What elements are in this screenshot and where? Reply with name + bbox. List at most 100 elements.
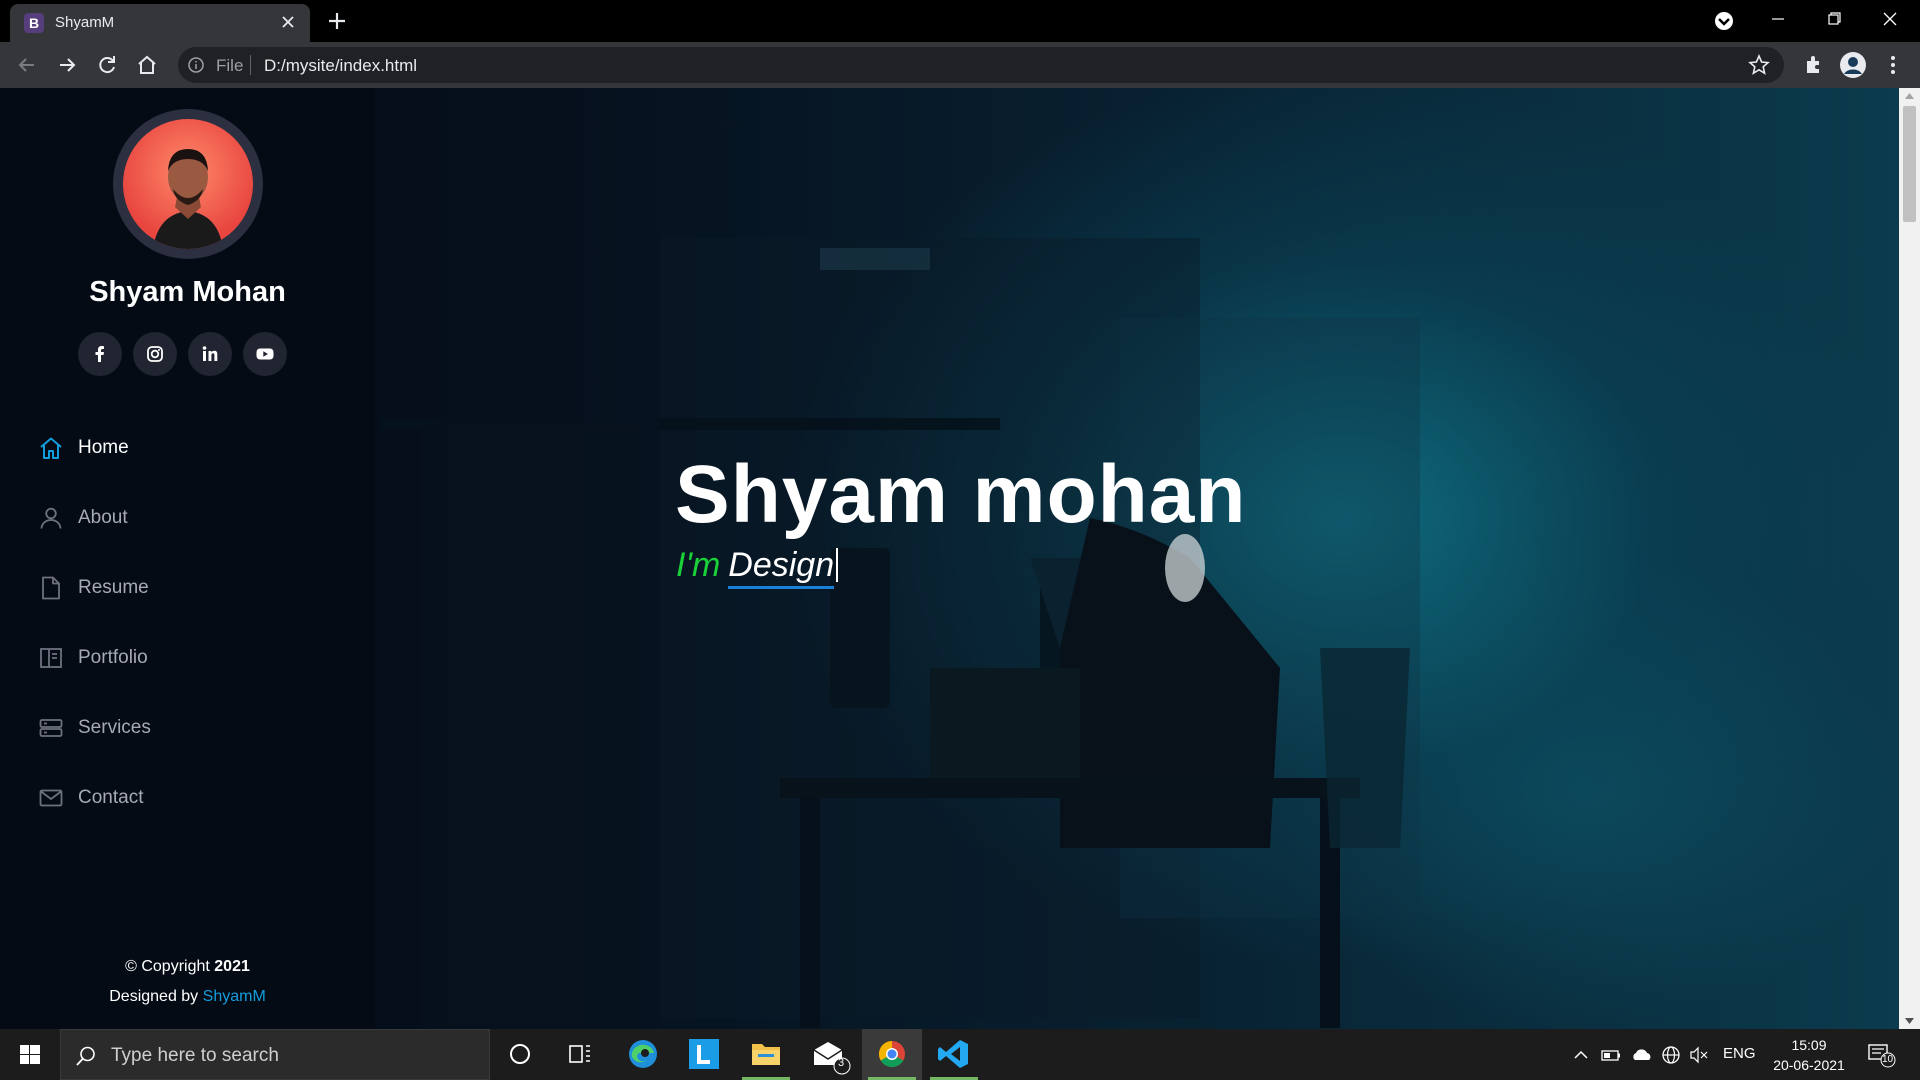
extensions-icon[interactable]	[1798, 50, 1828, 80]
linkedin-link[interactable]	[188, 332, 232, 376]
volume-muted-icon[interactable]	[1688, 1044, 1710, 1066]
page-scrollbar[interactable]	[1899, 88, 1920, 1029]
owner-name: Shyam Mohan	[89, 276, 286, 308]
folder-icon	[752, 1044, 780, 1065]
nav-item-portfolio[interactable]: Portfolio	[38, 638, 338, 678]
url-text[interactable]: D:/mysite/index.html	[264, 56, 417, 76]
nav-item-home[interactable]: Home	[38, 428, 338, 468]
nav-item-about[interactable]: About	[38, 498, 338, 538]
close-tab-icon[interactable]	[276, 10, 300, 34]
taskbar: Type here to search 3 ENG 15:09 20-06-20…	[0, 1029, 1920, 1080]
social-links	[78, 332, 298, 376]
taskbar-search-box[interactable]: Type here to search	[60, 1029, 490, 1080]
chrome-icon	[878, 1040, 905, 1068]
profile-photo-frame	[113, 109, 263, 259]
nav-item-resume[interactable]: Resume	[38, 568, 338, 608]
instagram-icon	[147, 346, 163, 362]
minimize-icon[interactable]	[1750, 0, 1806, 40]
cortana-icon[interactable]	[490, 1029, 550, 1080]
clock-time: 15:09	[1791, 1037, 1827, 1053]
facebook-link[interactable]	[78, 332, 122, 376]
profile-photo	[123, 119, 253, 249]
hero-title: Shyam mohan	[675, 449, 1247, 540]
battery-icon[interactable]	[1600, 1044, 1622, 1066]
edge-icon	[629, 1040, 657, 1068]
bootstrap-favicon-icon: B	[24, 13, 44, 33]
scroll-down-arrow-icon[interactable]	[1904, 1017, 1915, 1025]
browser-toolbar: File D:/mysite/index.html	[0, 42, 1920, 88]
nav-label-services: Services	[78, 717, 151, 738]
youtube-icon	[256, 348, 274, 360]
copyright: © Copyright 2021	[0, 958, 375, 976]
search-placeholder: Type here to search	[111, 1045, 279, 1066]
scroll-thumb[interactable]	[1903, 106, 1916, 222]
clock-date: 20-06-2021	[1773, 1057, 1845, 1073]
nav-label-about: About	[78, 507, 128, 528]
task-view-icon[interactable]	[550, 1029, 610, 1080]
hero-prefix: I'm	[676, 546, 721, 584]
reload-icon[interactable]	[92, 50, 122, 80]
sidebar: Shyam Mohan Home About Resume Portfolio …	[0, 88, 375, 1029]
taskbar-clock[interactable]: 15:09 20-06-2021	[1766, 1035, 1852, 1075]
chrome-app-button[interactable]	[862, 1029, 922, 1080]
scroll-up-arrow-icon[interactable]	[1904, 92, 1915, 100]
nav-label-home: Home	[78, 437, 129, 458]
notification-count: 10	[1882, 1054, 1894, 1065]
mail-icon	[39, 789, 63, 807]
book-icon	[40, 648, 62, 668]
profile-avatar-icon[interactable]	[1838, 50, 1868, 80]
credits: Designed by ShyamM	[0, 988, 375, 1006]
typed-text: Design	[728, 546, 835, 589]
instagram-link[interactable]	[133, 332, 177, 376]
linkedin-icon	[202, 346, 218, 361]
restore-icon[interactable]	[1806, 0, 1862, 40]
sidebar-footer: © Copyright 2021 Designed by ShyamM	[0, 958, 375, 1006]
page-viewport: Shyam mohan I'm Design Shyam Mohan Home …	[0, 88, 1899, 1029]
l-app-icon	[689, 1039, 719, 1069]
show-hidden-icons-icon[interactable]	[1570, 1044, 1592, 1066]
language-indicator[interactable]: ENG	[1723, 1045, 1756, 1067]
youtube-link[interactable]	[243, 332, 287, 376]
mail-app-icon	[813, 1042, 851, 1075]
lexis-app-button[interactable]	[674, 1029, 734, 1080]
menu-dots-icon[interactable]	[1878, 50, 1908, 80]
file-icon	[42, 576, 60, 600]
windows-start-icon[interactable]	[0, 1029, 60, 1080]
home-icon	[40, 437, 62, 459]
hero-subtitle: I'm Design	[676, 546, 839, 589]
nav-item-contact[interactable]: Contact	[38, 778, 338, 818]
close-window-icon[interactable]	[1862, 0, 1918, 40]
vscode-icon	[938, 1040, 968, 1068]
network-globe-icon[interactable]	[1660, 1044, 1682, 1066]
info-icon[interactable]	[188, 57, 204, 73]
action-center-button[interactable]: 10	[1866, 1041, 1896, 1069]
nav-label-contact: Contact	[78, 787, 144, 808]
url-scheme: File	[216, 56, 244, 75]
server-icon	[39, 719, 63, 737]
search-icon	[76, 1046, 95, 1066]
back-icon[interactable]	[12, 50, 42, 80]
user-icon	[40, 507, 62, 529]
designed-by-label: Designed by	[109, 988, 199, 1005]
address-bar[interactable]: File D:/mysite/index.html	[178, 47, 1784, 83]
onedrive-icon[interactable]	[1630, 1044, 1654, 1066]
typing-cursor	[836, 548, 839, 582]
copyright-prefix: © Copyright	[125, 958, 210, 975]
mail-app-button[interactable]: 3	[798, 1029, 858, 1080]
file-explorer-button[interactable]	[736, 1029, 796, 1080]
home-browser-icon[interactable]	[132, 50, 162, 80]
bookmark-star-icon[interactable]	[1748, 54, 1770, 76]
designer-link[interactable]: ShyamM	[203, 988, 266, 1005]
copyright-year: 2021	[214, 958, 250, 975]
edge-app-button[interactable]	[612, 1029, 672, 1080]
person-portrait-icon	[153, 149, 223, 249]
browser-tab[interactable]: B ShyamM	[10, 4, 310, 42]
tab-search-icon[interactable]	[1696, 0, 1752, 40]
vscode-app-button[interactable]	[924, 1029, 984, 1080]
nav-label-portfolio: Portfolio	[78, 647, 148, 668]
url-separator	[250, 55, 251, 75]
forward-icon[interactable]	[52, 50, 82, 80]
browser-tab-strip: B ShyamM	[0, 0, 1920, 42]
nav-item-services[interactable]: Services	[38, 708, 338, 748]
new-tab-icon[interactable]	[324, 8, 350, 34]
